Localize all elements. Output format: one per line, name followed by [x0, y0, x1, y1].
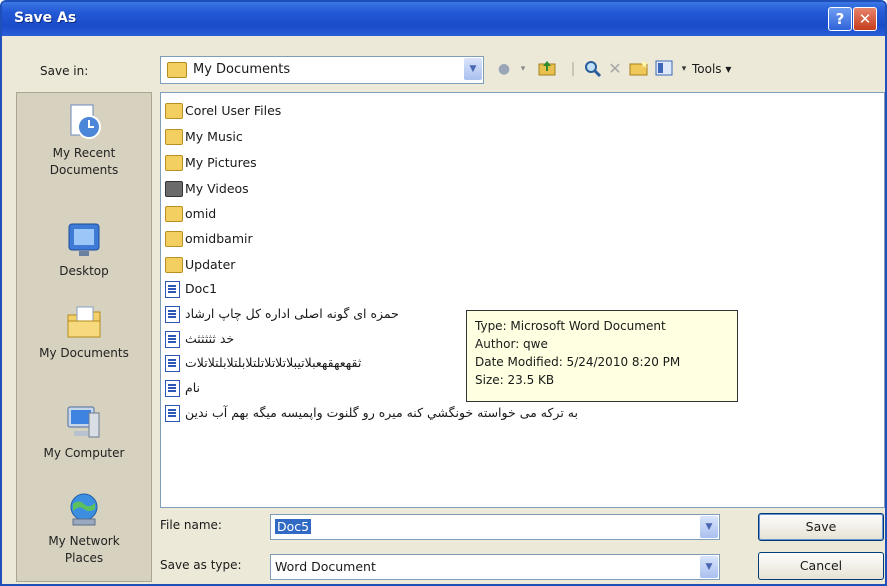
place-label: My Recent — [52, 146, 116, 160]
videos-folder-icon — [165, 181, 183, 197]
pictures-folder-icon — [165, 155, 183, 171]
place-my-recent-documents[interactable]: My Recent Documents — [17, 103, 151, 179]
chevron-down-icon[interactable]: ▼ — [464, 58, 482, 80]
save-as-type-value: Word Document — [275, 559, 376, 574]
save-as-type-dropdown[interactable]: Word Document ▼ — [270, 554, 720, 580]
save-in-label: Save in: — [40, 64, 89, 78]
chevron-down-icon[interactable]: ▼ — [700, 516, 718, 538]
desktop-icon — [65, 221, 103, 259]
place-label: My Documents — [39, 346, 129, 360]
tools-menu[interactable]: Tools ▾ — [692, 60, 772, 78]
network-places-icon — [65, 491, 103, 529]
help-button[interactable]: ? — [828, 7, 852, 31]
tooltip-size: Size: 23.5 KB — [475, 373, 555, 387]
folder-icon — [165, 206, 183, 222]
file-list[interactable]: Corel User Files My Music My Pictures My… — [160, 92, 885, 508]
place-label: Documents — [49, 163, 119, 177]
word-document-icon — [165, 405, 180, 422]
back-dropdown-icon[interactable]: ▾ — [514, 60, 532, 78]
word-document-icon — [165, 281, 180, 298]
word-document-icon — [165, 380, 180, 397]
file-name-value: Doc5 — [275, 519, 312, 534]
word-document-icon — [165, 306, 180, 323]
back-icon[interactable]: ● — [495, 60, 513, 78]
save-as-type-label: Save as type: — [160, 558, 242, 572]
file-name-label: File name: — [160, 518, 222, 532]
views-icon[interactable] — [655, 60, 673, 78]
save-as-dialog: Save As ? ✕ Save in: My Documents ▼ ● ▾ … — [0, 0, 887, 586]
dialog-title: Save As — [14, 10, 77, 26]
file-info-tooltip: Type: Microsoft Word Document Author: qw… — [466, 310, 738, 402]
word-document-icon — [165, 331, 180, 348]
folder-icon — [167, 62, 187, 78]
tooltip-type: Type: Microsoft Word Document — [475, 319, 666, 333]
separator: | — [570, 61, 576, 77]
folder-icon — [165, 257, 183, 273]
folder-icon — [165, 231, 183, 247]
save-in-dropdown[interactable]: My Documents ▼ — [160, 56, 484, 84]
tooltip-author: Author: qwe — [475, 337, 548, 351]
place-my-network-places[interactable]: My Network Places — [17, 491, 151, 567]
music-folder-icon — [165, 129, 183, 145]
save-in-value: My Documents — [193, 62, 291, 77]
recent-documents-icon — [65, 103, 103, 141]
delete-icon[interactable]: ✕ — [606, 60, 624, 78]
up-one-level-icon[interactable] — [538, 60, 556, 78]
title-bar[interactable]: Save As ? ✕ — [2, 2, 885, 36]
place-label: My Computer — [43, 446, 125, 460]
tools-label: Tools — [692, 62, 722, 76]
cancel-button[interactable]: Cancel — [758, 552, 884, 580]
new-folder-icon[interactable] — [629, 60, 648, 78]
place-label: Places — [64, 551, 104, 565]
folder-icon — [165, 103, 183, 119]
file-name-input[interactable]: Doc5 ▼ — [270, 514, 720, 540]
views-dropdown-icon[interactable]: ▾ — [675, 60, 693, 78]
place-my-documents[interactable]: My Documents — [17, 303, 151, 362]
save-button[interactable]: Save — [758, 513, 884, 541]
chevron-down-icon[interactable]: ▼ — [700, 556, 718, 578]
place-desktop[interactable]: Desktop — [17, 221, 151, 280]
close-button[interactable]: ✕ — [853, 7, 877, 31]
search-web-icon[interactable] — [584, 60, 602, 78]
places-bar: My Recent Documents Desktop My Documents… — [16, 92, 152, 582]
tooltip-modified: Date Modified: 5/24/2010 8:20 PM — [475, 355, 681, 369]
my-documents-icon — [65, 303, 103, 341]
place-label: Desktop — [59, 264, 109, 278]
my-computer-icon — [65, 403, 103, 441]
word-document-icon — [165, 355, 180, 372]
place-my-computer[interactable]: My Computer — [17, 403, 151, 462]
place-label: My Network — [48, 534, 120, 548]
